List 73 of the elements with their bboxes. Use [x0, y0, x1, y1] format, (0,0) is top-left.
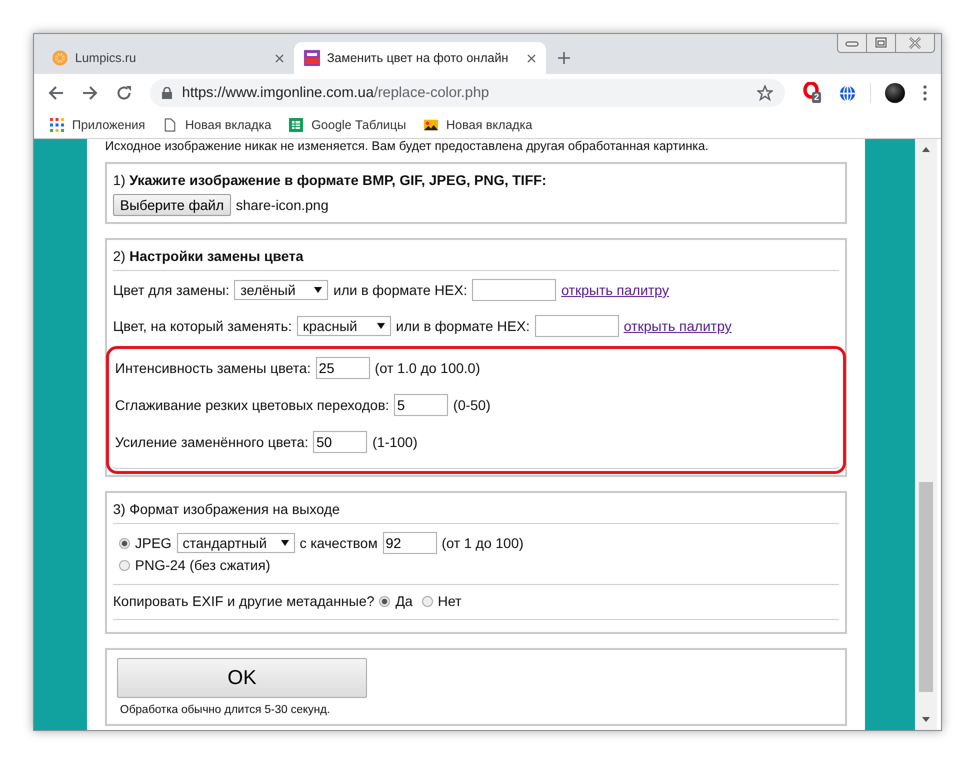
field-label: Цвет, на который заменять: — [113, 318, 292, 334]
window-controls[interactable] — [837, 34, 935, 53]
image-format-icon — [304, 50, 320, 66]
scroll-up-icon[interactable] — [922, 147, 930, 152]
new-tab-icon[interactable] — [558, 52, 570, 64]
field-label: Сглаживание резких цветовых переходов: — [115, 397, 390, 413]
field-label: Усиление заменённого цвета: — [115, 434, 308, 450]
extension-badge: 2 — [812, 92, 822, 103]
address-bar[interactable]: https://www.imgonline.com.ua/replace-color.php — [150, 79, 785, 107]
radio-button[interactable] — [379, 596, 390, 606]
quality-select[interactable]: стандартный — [176, 533, 295, 553]
forward-arrow-icon[interactable] — [82, 85, 98, 101]
radio-button[interactable] — [119, 560, 130, 570]
radio-label: Да — [395, 593, 413, 609]
bookmark-star-icon[interactable] — [757, 85, 773, 101]
extension-button[interactable]: 2 — [803, 82, 825, 104]
url-text: https://www.imgonline.com.ua/replace-color.php — [182, 85, 490, 101]
browser-tab[interactable]: Lumpics.ru — [42, 42, 294, 74]
section-heading: 1) Укажите изображение в формате BMP, GIF, JPEG, PNG, TIFF: — [113, 171, 548, 190]
bookmark-item[interactable]: Google Таблицы — [289, 118, 406, 132]
field-label: Копировать EXIF и другие метаданные? — [113, 593, 374, 609]
back-arrow-icon[interactable] — [48, 85, 64, 101]
color-select[interactable]: красный — [296, 316, 391, 336]
number-input[interactable]: 5 — [394, 394, 448, 416]
range-hint: (от 1.0 до 100.0) — [374, 360, 480, 376]
close-icon[interactable] — [527, 54, 536, 62]
field-label: или в формате HEX: — [333, 282, 468, 298]
section-heading: 3) Формат изображения на выходе — [113, 499, 839, 524]
range-hint: (от 1 до 100) — [442, 535, 524, 551]
radio-button[interactable] — [422, 596, 433, 606]
ok-button[interactable]: OK — [117, 658, 367, 698]
number-input[interactable]: 25 — [316, 357, 370, 379]
page-icon — [163, 118, 178, 132]
profile-avatar[interactable] — [885, 83, 905, 103]
ring-icon — [803, 82, 821, 100]
apps-grid-icon — [50, 118, 64, 132]
hex-input[interactable] — [472, 279, 556, 301]
close-icon[interactable] — [275, 54, 284, 62]
scroll-down-icon[interactable] — [922, 717, 930, 722]
field-label: Цвет для замены: — [113, 282, 230, 298]
reload-icon[interactable] — [116, 85, 132, 101]
field-label: Интенсивность замены цвета: — [115, 360, 311, 376]
choose-file-button[interactable]: Выберите файл — [113, 194, 231, 216]
radio-label: PNG-24 (без сжатия) — [135, 557, 270, 573]
field-label: с качеством — [300, 535, 378, 551]
spreadsheet-icon — [289, 118, 304, 132]
scrollbar[interactable] — [915, 139, 937, 730]
range-hint: (1-100) — [372, 434, 418, 450]
hex-input[interactable] — [534, 315, 619, 337]
globe-icon[interactable] — [839, 84, 856, 102]
radio-label: Нет — [438, 593, 462, 609]
intro-text: Исходное изображение никак не изменяется. Вам будет предоставлена другая обработанная картинка. — [105, 139, 710, 154]
radio-label: JPEG — [135, 535, 172, 551]
bookmark-item[interactable]: Приложения — [50, 118, 146, 132]
radio-button[interactable] — [119, 538, 130, 548]
number-input[interactable]: 50 — [313, 431, 368, 453]
fruit-slice-icon — [52, 50, 68, 66]
palette-link[interactable]: открыть палитру — [561, 282, 670, 298]
processing-note: Обработка обычно длится 5-30 секунд. — [120, 704, 332, 716]
color-select[interactable]: зелёный — [234, 280, 328, 300]
browser-tab[interactable]: Заменить цвет на фото онлайн — [294, 42, 546, 74]
bookmark-item[interactable]: Новая вкладка — [163, 118, 272, 132]
quality-input[interactable]: 92 — [382, 532, 437, 554]
image-icon — [424, 118, 438, 132]
range-hint: (0-50) — [453, 397, 491, 413]
palette-link[interactable]: открыть палитру — [624, 318, 732, 334]
section-heading: 2) Настройки замены цвета — [113, 246, 839, 271]
scrollbar-thumb[interactable] — [919, 482, 933, 692]
file-name: share-icon.png — [236, 197, 329, 213]
menu-icon[interactable] — [923, 85, 927, 101]
field-label: или в формате HEX: — [396, 318, 530, 334]
lock-icon — [162, 87, 172, 99]
bookmark-item[interactable]: Новая вкладка — [424, 118, 532, 132]
